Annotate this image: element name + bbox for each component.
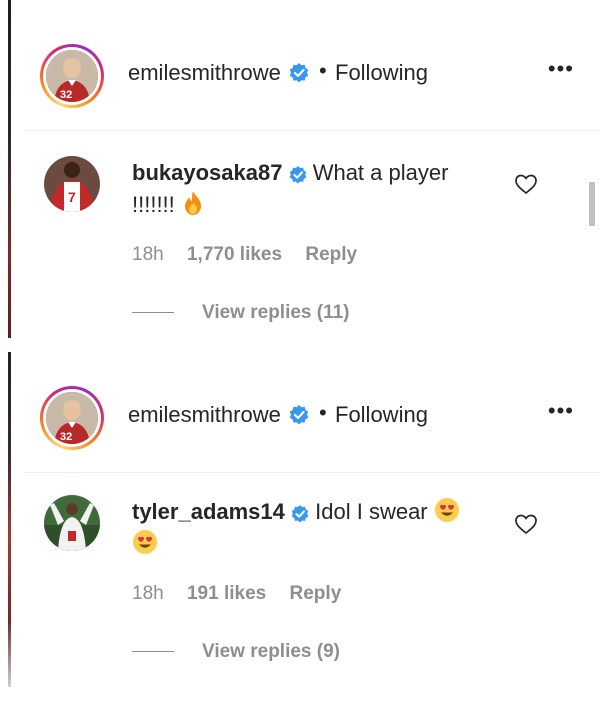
heart-eyes-emoji-icon: [133, 530, 157, 554]
verified-badge-icon: [289, 166, 306, 184]
view-replies-line: [132, 651, 174, 653]
verified-badge-icon: [291, 505, 309, 523]
more-options-icon[interactable]: •••: [548, 56, 574, 82]
view-replies-button[interactable]: View replies (11): [132, 302, 350, 324]
commenter-username[interactable]: tyler_adams14: [132, 499, 285, 524]
scrollbar-thumb[interactable]: [589, 182, 595, 226]
author-avatar[interactable]: 32: [40, 44, 104, 108]
reply-button[interactable]: Reply: [290, 583, 342, 604]
heart-eyes-emoji-icon: [434, 498, 459, 522]
svg-text:7: 7: [68, 189, 76, 205]
svg-text:32: 32: [60, 89, 72, 101]
comment-text: Idol I swear: [315, 499, 428, 524]
view-replies-label[interactable]: View replies (11): [202, 302, 350, 323]
svg-text:32: 32: [60, 431, 72, 443]
fire-emoji-icon: [184, 191, 201, 215]
commenter-avatar[interactable]: [44, 495, 100, 551]
following-button[interactable]: Following: [335, 402, 428, 428]
verified-badge-icon: [289, 63, 309, 83]
commenter-avatar[interactable]: 7: [44, 156, 100, 212]
separator-dot: •: [319, 400, 327, 425]
view-replies-label[interactable]: View replies (9): [202, 641, 340, 662]
author-username[interactable]: emilesmithrowe: [128, 60, 281, 86]
separator-dot: •: [319, 58, 327, 83]
verified-badge-icon: [289, 405, 309, 425]
like-heart-icon[interactable]: [514, 513, 538, 535]
post-image-edge: [8, 0, 11, 338]
comment-likes[interactable]: 191 likes: [187, 583, 266, 604]
post-image-edge: [8, 352, 11, 687]
view-replies-button[interactable]: View replies (9): [132, 641, 340, 663]
commenter-username[interactable]: bukayosaka87: [132, 160, 282, 185]
comment-meta: 18h 191 likes Reply: [132, 583, 359, 605]
post-panel-1: 32 emilesmithrowe • Following ••• 7 buka…: [0, 0, 600, 338]
comment-body: bukayosaka87 What a player !!!!!!!: [132, 157, 492, 221]
comment-likes[interactable]: 1,770 likes: [187, 244, 282, 265]
view-replies-line: [132, 312, 174, 314]
following-button[interactable]: Following: [335, 60, 428, 86]
comment-body: tyler_adams14 Idol I swear: [132, 496, 492, 560]
post-header: 32 emilesmithrowe • Following •••: [24, 0, 600, 131]
comment-time: 18h: [132, 583, 164, 604]
author-avatar[interactable]: 32: [40, 386, 104, 450]
comment-meta: 18h 1,770 likes Reply: [132, 244, 375, 266]
post-header: 32 emilesmithrowe • Following •••: [24, 352, 600, 473]
comment-time: 18h: [132, 244, 164, 265]
author-username[interactable]: emilesmithrowe: [128, 402, 281, 428]
reply-button[interactable]: Reply: [305, 244, 357, 265]
post-panel-2: 32 emilesmithrowe • Following ••• tyler_…: [0, 352, 600, 687]
like-heart-icon[interactable]: [514, 173, 538, 195]
more-options-icon[interactable]: •••: [548, 398, 574, 424]
